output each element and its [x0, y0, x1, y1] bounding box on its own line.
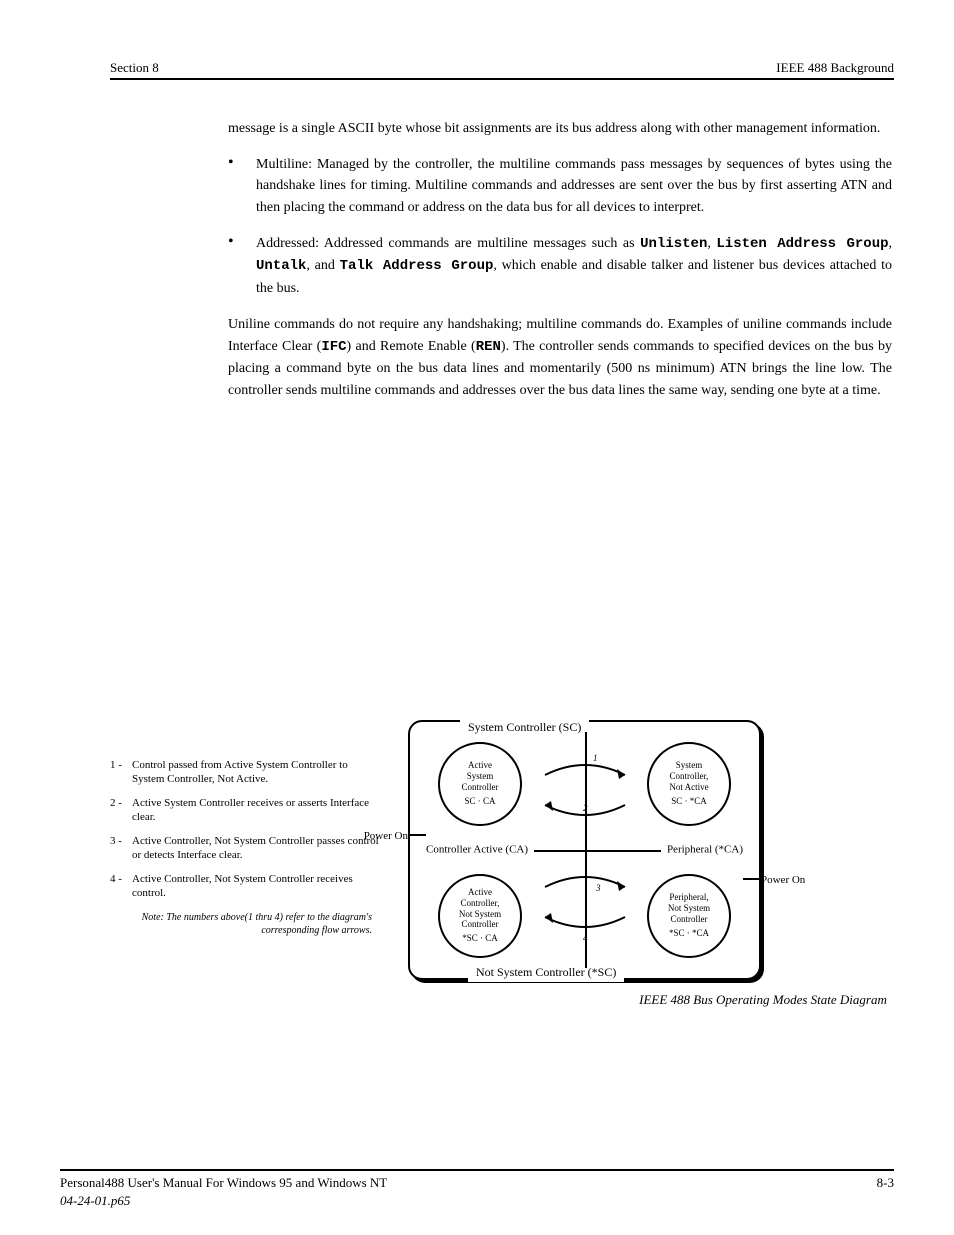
bullet-dot: •: [228, 154, 256, 219]
manual-number: 04-24-01.p65: [60, 1193, 130, 1209]
footer-right: 8-3: [877, 1175, 894, 1191]
intro-paragraph: message is a single ASCII byte whose bit…: [228, 118, 892, 140]
state-diagram: System Controller (SC) Not System Contro…: [408, 720, 761, 980]
header-left: Section 8: [110, 60, 159, 76]
arrow-label-3: 3: [596, 882, 601, 896]
bullet-dot: •: [228, 233, 256, 300]
state-active-controller-not-system: ActiveController,Not SystemController*SC…: [438, 874, 522, 958]
label-mid-right: Peripheral (*CA): [661, 841, 749, 858]
footer-rule: [60, 1169, 894, 1171]
figure-caption: IEEE 488 Bus Operating Modes State Diagr…: [578, 990, 948, 1010]
state-peripheral-not-system: Peripheral,Not SystemController*SC · *CA: [647, 874, 731, 958]
bullet-addressed-text: Addressed: Addressed commands are multil…: [256, 233, 892, 300]
bullet-addressed: • Addressed: Addressed commands are mult…: [228, 233, 892, 300]
label-mid-left: Controller Active (CA): [420, 841, 534, 858]
label-sc-top: System Controller (SC): [460, 718, 589, 737]
arrow-label-4: 4: [583, 932, 588, 946]
header-rule: [110, 78, 894, 80]
figure-note: Note: The numbers above(1 thru 4) refer …: [110, 912, 380, 938]
power-on-right: Power On: [761, 872, 825, 889]
arrow-pair-bottom: [540, 872, 630, 940]
label-sc-bot: Not System Controller (*SC): [468, 963, 624, 982]
after-bullets-paragraph: Uniline commands do not require any hand…: [228, 314, 892, 402]
state-system-controller-not-active: SystemController,Not ActiveSC · *CA: [647, 742, 731, 826]
state-active-system-controller: ActiveSystemControllerSC · CA: [438, 742, 522, 826]
arrow-label-2: 2: [583, 802, 588, 816]
bullet-multiline: • Multiline: Managed by the controller, …: [228, 154, 892, 219]
power-on-left: Power On: [344, 828, 408, 845]
figure-legend: 1 -Control passed from Active System Con…: [110, 758, 380, 938]
header-right: IEEE 488 Background: [776, 60, 894, 76]
footer-left: Personal488 User's Manual For Windows 95…: [60, 1175, 387, 1191]
figure: 1 -Control passed from Active System Con…: [228, 720, 892, 1040]
arrow-label-1: 1: [593, 752, 598, 766]
bullet-multiline-text: Multiline: Managed by the controller, th…: [256, 154, 892, 219]
body-content: message is a single ASCII byte whose bit…: [60, 118, 894, 1040]
